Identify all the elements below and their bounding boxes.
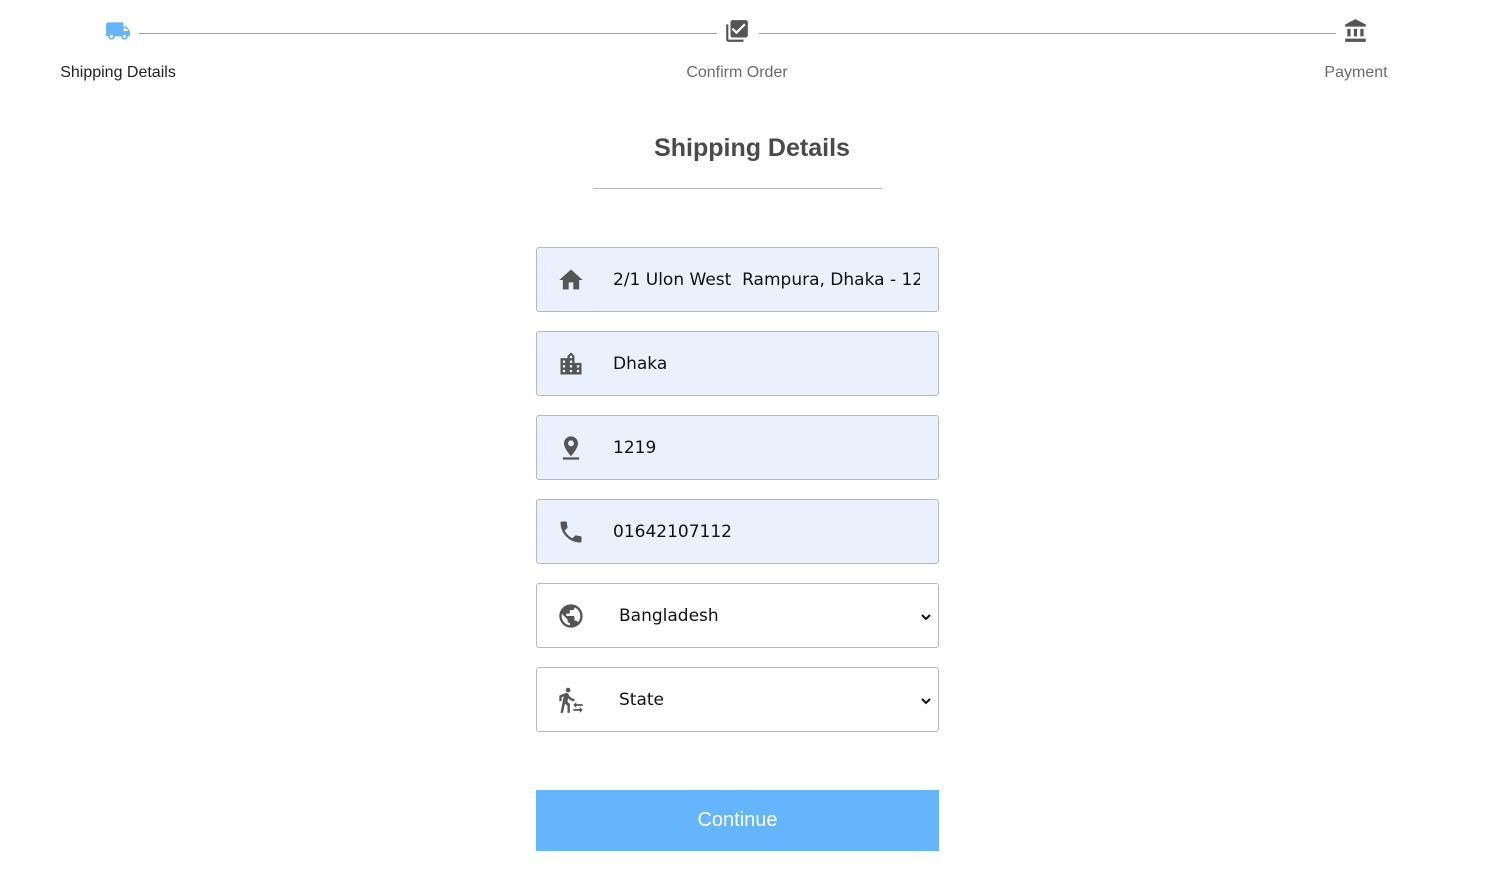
city-icon (557, 350, 585, 378)
home-icon (557, 266, 585, 294)
transfer-within-station-icon (557, 686, 585, 714)
address-field[interactable] (536, 247, 939, 312)
country-select-value: Bangladesh (619, 605, 719, 626)
location-pin-icon (557, 434, 585, 462)
title-divider (593, 188, 882, 189)
step-connector (139, 33, 717, 34)
city-input[interactable] (613, 332, 920, 395)
chevron-down-icon (920, 610, 932, 622)
phone-icon (557, 518, 585, 546)
step-confirm-order[interactable]: Confirm Order (637, 18, 837, 82)
shipping-form: Bangladesh State (536, 247, 939, 751)
step-shipping-details[interactable]: Shipping Details (18, 18, 218, 82)
globe-icon (557, 602, 585, 630)
step-payment[interactable]: Payment (1256, 18, 1456, 82)
step-label: Shipping Details (60, 64, 176, 81)
page-title: Shipping Details (654, 134, 850, 162)
phone-field[interactable] (536, 499, 939, 564)
phone-input[interactable] (613, 500, 920, 563)
country-select[interactable]: Bangladesh (536, 583, 939, 648)
checklist-icon (724, 18, 750, 44)
continue-button[interactable]: Continue (536, 790, 939, 851)
state-select-value: State (619, 689, 664, 710)
chevron-down-icon (920, 694, 932, 706)
city-field[interactable] (536, 331, 939, 396)
state-select[interactable]: State (536, 667, 939, 732)
truck-icon (105, 18, 131, 44)
pincode-field[interactable] (536, 415, 939, 480)
bank-icon (1343, 18, 1369, 44)
checkout-stepper: Shipping Details Confirm Order Payment (0, 0, 1504, 100)
step-label: Confirm Order (686, 64, 788, 81)
step-connector (759, 33, 1336, 34)
step-label: Payment (1324, 64, 1388, 81)
pincode-input[interactable] (613, 416, 920, 479)
address-input[interactable] (613, 248, 920, 311)
